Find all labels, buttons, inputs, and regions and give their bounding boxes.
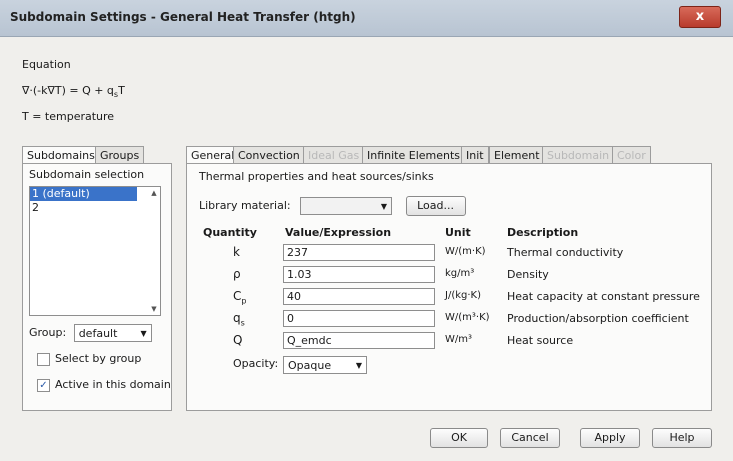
ok-button[interactable]: OK: [430, 428, 488, 448]
tab-element[interactable]: Element: [489, 146, 545, 163]
general-tab-body: Thermal properties and heat sources/sink…: [186, 163, 712, 411]
select-by-group-row[interactable]: Select by group: [37, 352, 141, 366]
opacity-row: Opacity: Opaque ▼: [187, 354, 713, 376]
chevron-down-icon: ▼: [140, 329, 147, 338]
settings-panel: General Convection Ideal Gas Infinite El…: [186, 146, 716, 414]
active-domain-label: Active in this domain: [55, 378, 171, 391]
description-text: Heat capacity at constant pressure: [507, 290, 700, 303]
opacity-label: Opacity:: [233, 357, 279, 370]
chevron-down-icon: ▼: [380, 202, 388, 211]
unit-header: Unit: [445, 226, 471, 239]
load-button[interactable]: Load...: [405, 196, 466, 216]
table-row: qs 0 W/(m³·K) Production/absorption coef…: [187, 308, 713, 330]
group-row: Group: default ▼: [29, 324, 152, 342]
value-header: Value/Expression: [285, 226, 392, 239]
value-input[interactable]: 1.03: [283, 266, 435, 283]
library-material-label: Library material:: [199, 199, 291, 212]
title-bar: Subdomain Settings - General Heat Transf…: [0, 0, 733, 37]
group-select[interactable]: default ▼: [73, 324, 152, 342]
value-input[interactable]: 237: [283, 244, 435, 261]
table-row: Q Q_emdc W/m³ Heat source: [187, 330, 713, 352]
dialog-window: Subdomain Settings - General Heat Transf…: [0, 0, 733, 461]
quantity-symbol: Cp: [233, 289, 247, 306]
active-domain-checkbox[interactable]: ✓: [37, 378, 50, 392]
description-text: Thermal conductivity: [507, 246, 624, 259]
equation-definition: T = temperature: [22, 110, 115, 123]
description-text: Production/absorption coefficient: [507, 312, 689, 325]
list-item[interactable]: 1 (default): [30, 187, 137, 201]
thermal-properties-label: Thermal properties and heat sources/sink…: [199, 170, 434, 183]
scroll-up-icon[interactable]: ▲: [148, 187, 160, 199]
close-button[interactable]: x: [679, 6, 721, 28]
equation-label: Equation: [22, 58, 71, 71]
library-material-select[interactable]: ▼: [300, 197, 393, 215]
tab-color: Color: [612, 146, 651, 163]
library-material-row: Library material: ▼ Load...: [199, 196, 466, 216]
apply-button[interactable]: Apply: [580, 428, 640, 448]
description-header: Description: [507, 226, 579, 239]
tab-subdomain: Subdomain: [542, 146, 615, 163]
select-by-group-label: Select by group: [55, 352, 142, 365]
subdomain-listbox[interactable]: 1 (default) 2 ▲ ▼: [29, 186, 161, 316]
table-row: ρ 1.03 kg/m³ Density: [187, 264, 713, 286]
unit-text: W/(m³·K): [445, 312, 490, 323]
equation-formula: ∇·(-k∇T) = Q + qsT: [22, 84, 125, 100]
subdomain-tab-body: Subdomain selection 1 (default) 2 ▲ ▼ Gr…: [22, 163, 172, 411]
equation-section: Equation ∇·(-k∇T) = Q + qsT T = temperat…: [22, 52, 125, 130]
value-input[interactable]: Q_emdc: [283, 332, 435, 349]
unit-text: J/(kg·K): [445, 290, 481, 301]
quantity-symbol: Q: [233, 333, 243, 347]
description-text: Density: [507, 268, 549, 281]
unit-text: kg/m³: [445, 268, 475, 279]
value-input[interactable]: 40: [283, 288, 435, 305]
unit-text: W/m³: [445, 334, 473, 345]
subdomain-panel: Subdomains Groups Subdomain selection 1 …: [22, 146, 172, 414]
active-domain-row[interactable]: ✓ Active in this domain: [37, 378, 171, 392]
help-button[interactable]: Help: [652, 428, 712, 448]
subdomain-selection-label: Subdomain selection: [29, 168, 145, 181]
opacity-select[interactable]: Opaque ▼: [283, 356, 367, 374]
group-label: Group:: [29, 326, 67, 339]
table-row: k 237 W/(m·K) Thermal conductivity: [187, 242, 713, 264]
quantity-symbol: ρ: [233, 267, 241, 281]
tab-infinite-elements[interactable]: Infinite Elements: [362, 146, 466, 163]
tab-groups[interactable]: Groups: [95, 146, 145, 163]
select-by-group-checkbox[interactable]: [37, 352, 50, 366]
quantity-symbol: qs: [233, 311, 245, 328]
table-row: Cp 40 J/(kg·K) Heat capacity at constant…: [187, 286, 713, 308]
tab-convection[interactable]: Convection: [233, 146, 305, 163]
window-title: Subdomain Settings - General Heat Transf…: [10, 10, 356, 24]
scroll-down-icon[interactable]: ▼: [148, 303, 160, 315]
quantity-symbol: k: [233, 245, 240, 259]
chevron-down-icon: ▼: [355, 361, 362, 370]
value-input[interactable]: 0: [283, 310, 435, 327]
tab-ideal-gas: Ideal Gas: [303, 146, 365, 163]
unit-text: W/(m·K): [445, 246, 486, 257]
list-item[interactable]: 2: [30, 201, 160, 215]
tab-init[interactable]: Init: [461, 146, 489, 163]
description-text: Heat source: [507, 334, 574, 347]
cancel-button[interactable]: Cancel: [500, 428, 560, 448]
quantity-header: Quantity: [203, 226, 257, 239]
